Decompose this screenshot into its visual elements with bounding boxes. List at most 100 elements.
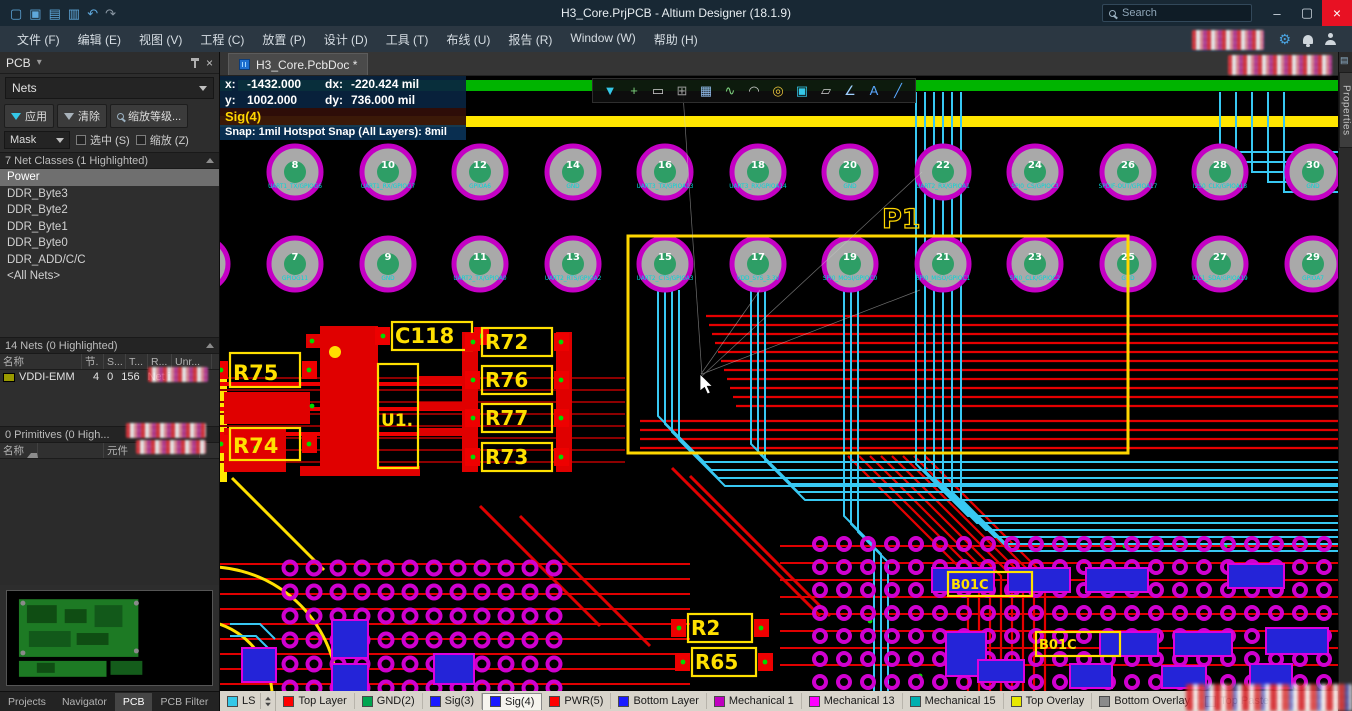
net-class-item[interactable]: <All Nets> <box>0 268 219 285</box>
filter-icon[interactable]: ▼ <box>600 84 620 97</box>
mask-dropdown[interactable]: Mask <box>4 131 70 149</box>
menu-item-8[interactable]: 报告 (R) <box>499 27 561 52</box>
select-area-icon[interactable]: ▭ <box>648 84 668 97</box>
pin-panel-icon[interactable] <box>190 57 200 68</box>
print-icon[interactable]: ▥ <box>68 7 80 20</box>
via-pin-20[interactable]: 20 GND <box>821 143 879 201</box>
scroll-up-icon[interactable] <box>206 158 214 163</box>
layer-tab-mechanical-13[interactable]: Mechanical 13 <box>802 693 903 709</box>
layer-set-selector[interactable]: LS <box>222 693 262 709</box>
net-class-item[interactable]: DDR_Byte2 <box>0 202 219 219</box>
cross-probe-icon[interactable]: + <box>624 84 644 97</box>
search-input[interactable]: Search <box>1102 4 1252 22</box>
via-pin-28[interactable]: 28 I2S0_CLK/GPIOA18 <box>1191 143 1249 201</box>
via-pin-12[interactable]: 12 GPIOA6 <box>451 143 509 201</box>
scroll-up-icon[interactable] <box>206 343 214 348</box>
layer-tab-bottom-layer[interactable]: Bottom Layer <box>611 693 707 709</box>
polygon-icon[interactable]: ▱ <box>816 84 836 97</box>
layer-tab-top-overlay[interactable]: Top Overlay <box>1004 693 1093 709</box>
save-icon[interactable]: ▣ <box>29 7 41 20</box>
panel-tab-pcb-filter[interactable]: PCB Filter <box>152 693 216 711</box>
nets-column-1[interactable]: 节. <box>82 354 104 369</box>
board-preview[interactable] <box>6 590 213 686</box>
via-pin-23[interactable]: 23 SPI0_CLK/GPIOC2 <box>1006 235 1064 293</box>
net-class-item[interactable]: DDR_Byte0 <box>0 235 219 252</box>
via-pin-13[interactable]: 13 UART2_RTS/GPIOA2 <box>544 235 602 293</box>
via-pin-16[interactable]: 16 UART3_TX/GPIOA13 <box>636 143 694 201</box>
interactive-route-icon[interactable]: ∿ <box>720 84 740 97</box>
menu-item-4[interactable]: 放置 (P) <box>253 27 314 52</box>
layer-scroll-arrows[interactable] <box>261 691 277 711</box>
panel-mode-dropdown[interactable]: Nets <box>5 77 214 99</box>
gear-icon[interactable]: ⚙ <box>1278 31 1291 48</box>
via-pin-21[interactable]: 21 SPI0_MISO/GPIOC1 <box>914 235 972 293</box>
dimension-icon[interactable]: ∠ <box>840 84 860 97</box>
via-pin-27[interactable]: 27 I2C1_SDA/GPIOA19 <box>1191 235 1249 293</box>
via-pin-8[interactable]: 8 UART1_TX/GPIOG6 <box>266 143 324 201</box>
via-icon[interactable]: ◎ <box>768 84 788 97</box>
board-svg[interactable]: 8 UART1_TX/GPIOG6 10 UART1_RX/GPIOG7 12 GPIOA… <box>220 76 1338 691</box>
panels-icon[interactable]: ▤ <box>1340 55 1349 66</box>
select-checkbox[interactable]: 选中 (S) <box>76 132 130 148</box>
primitives-column-0[interactable]: 名称 <box>0 443 104 458</box>
menu-item-2[interactable]: 视图 (V) <box>130 27 191 52</box>
redo-icon[interactable]: ↷ <box>105 7 116 20</box>
close-button[interactable]: × <box>1322 0 1352 26</box>
via-pin-29[interactable]: 29 GPIOA7 <box>1284 235 1338 293</box>
document-tab[interactable]: H3_Core.PcbDoc * <box>228 53 369 75</box>
bell-icon[interactable] <box>1303 34 1313 47</box>
layer-tab-pwr-5-[interactable]: PWR(5) <box>542 693 612 709</box>
zoom-checkbox[interactable]: 缩放 (Z) <box>135 132 189 148</box>
net-class-item[interactable]: DDR_ADD/C/C <box>0 252 219 269</box>
layer-tab-bottom-overlay[interactable]: Bottom Overlay <box>1092 693 1199 709</box>
via-pin-10[interactable]: 10 UART1_RX/GPIOG7 <box>359 143 417 201</box>
via-pin-22[interactable]: 22 UART2_RX/GPIOA1 <box>914 143 972 201</box>
net-class-item[interactable]: DDR_Byte1 <box>0 219 219 236</box>
new-document-icon[interactable]: ▢ <box>10 7 22 20</box>
nets-column-0[interactable]: 名称 <box>0 354 82 369</box>
nets-column-2[interactable]: S... <box>104 354 126 369</box>
undo-icon[interactable]: ↶ <box>87 7 98 20</box>
via-pin-15[interactable]: 15 UART2_CTS/GPIOA3 <box>636 235 694 293</box>
arc-icon[interactable]: ◠ <box>744 84 764 97</box>
menu-item-5[interactable]: 设计 (D) <box>315 27 377 52</box>
nets-column-3[interactable]: T... <box>126 354 148 369</box>
zoom-level-button[interactable]: 缩放等级... <box>110 104 189 128</box>
room-icon[interactable]: ▣ <box>792 84 812 97</box>
menu-item-3[interactable]: 工程 (C) <box>191 27 253 52</box>
minimize-button[interactable]: – <box>1262 0 1292 26</box>
layer-tab-mechanical-15[interactable]: Mechanical 15 <box>903 693 1004 709</box>
menu-item-9[interactable]: Window (W) <box>561 27 644 52</box>
menu-item-7[interactable]: 布线 (U) <box>437 27 499 52</box>
via-pin-30[interactable]: 30 GND <box>1284 143 1338 201</box>
net-class-item[interactable]: DDR_Byte3 <box>0 186 219 203</box>
layer-tab-sig-4-[interactable]: Sig(4) <box>482 692 543 710</box>
scroll-down-icon[interactable] <box>265 702 272 706</box>
user-icon[interactable] <box>1325 33 1336 45</box>
menu-item-6[interactable]: 工具 (T) <box>377 27 438 52</box>
menu-item-1[interactable]: 编辑 (E) <box>69 27 130 52</box>
clear-button[interactable]: 清除 <box>57 104 107 128</box>
layer-tab-sig-3-[interactable]: Sig(3) <box>423 693 483 709</box>
via-pin-24[interactable]: 24 SPI0_CS/GPIOC3 <box>1006 143 1064 201</box>
via-pin-14[interactable]: 14 GND <box>544 143 602 201</box>
line-icon[interactable]: ╱ <box>888 84 908 97</box>
maximize-button[interactable]: ▢ <box>1292 0 1322 26</box>
via-pin-26[interactable]: 26 SPDIF-OUT/GPIOA17 <box>1099 143 1158 201</box>
panel-menu-arrow-icon[interactable]: ▾ <box>37 57 42 68</box>
string-icon[interactable]: A <box>864 84 884 97</box>
apply-button[interactable]: 应用 <box>4 104 54 128</box>
open-icon[interactable]: ▤ <box>49 7 61 20</box>
board-insight-icon[interactable]: ▦ <box>696 84 716 97</box>
menu-item-10[interactable]: 帮助 (H) <box>645 27 707 52</box>
layer-tab-top-layer[interactable]: Top Layer <box>276 693 355 709</box>
properties-tab[interactable]: Properties <box>1339 72 1352 148</box>
grid-settings-icon[interactable]: ⊞ <box>672 84 692 97</box>
panel-tab-pcb[interactable]: PCB <box>114 692 153 711</box>
menu-item-0[interactable]: 文件 (F) <box>8 27 69 52</box>
via-pin-19[interactable]: 19 SPI0_MOSI/GPIOC0 <box>821 235 879 293</box>
via-pin-11[interactable]: 11 UART2_TX/GPIOA0 <box>451 235 509 293</box>
net-class-item[interactable]: Power <box>0 169 219 186</box>
pcb-canvas[interactable]: 8 UART1_TX/GPIOG6 10 UART1_RX/GPIOG7 12 GPIOA… <box>220 76 1338 691</box>
via-pin-17[interactable]: 17 VDD_SYS_3.3V <box>729 235 787 293</box>
